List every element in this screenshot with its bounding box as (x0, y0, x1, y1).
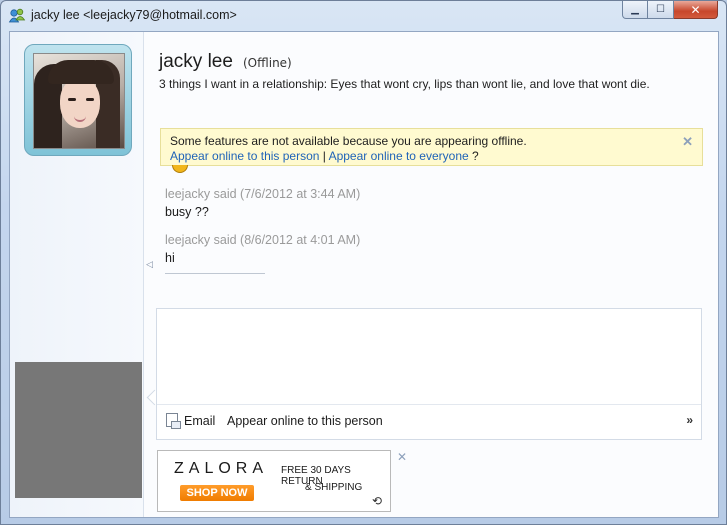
message-text: hi (165, 251, 175, 265)
maximize-button[interactable]: ☐ (648, 1, 674, 19)
compose-toolbar: Email Appear online to this person » (157, 404, 701, 439)
ad-replay-icon[interactable]: ⟲ (372, 494, 382, 508)
message-sender-line: leejacky said (7/6/2012 at 3:44 AM) (165, 187, 361, 201)
ad-promo-line: & SHIPPING (305, 482, 363, 493)
ad-shop-now-button[interactable]: SHOP NOW (180, 485, 254, 501)
message-entry: leejacky said (7/6/2012 at 3:44 AM) busy… (165, 187, 685, 233)
minimize-button[interactable]: ▁ (622, 1, 648, 19)
ad-brand: ZALORA (174, 460, 269, 477)
more-options-icon[interactable]: » (686, 413, 693, 427)
message-sender-line: leejacky said (8/6/2012 at 4:01 AM) (165, 233, 361, 247)
contact-avatar (33, 53, 125, 149)
contact-personal-message: 3 things I want in a relationship: Eyes … (159, 77, 650, 91)
info-bar-links: Appear online to this person | Appear on… (170, 149, 479, 163)
conversation-client: ◁ jacky lee (Offline) 3 things I want in… (9, 31, 719, 518)
close-ad-icon[interactable]: ✕ (397, 450, 407, 464)
close-button[interactable]: ✕ (674, 1, 718, 19)
window-title: jacky lee <leejacky79@hotmail.com> (31, 8, 237, 22)
email-button[interactable]: Email (184, 414, 215, 428)
close-icon: ✕ (690, 2, 701, 17)
contact-status: (Offline) (243, 56, 292, 70)
own-display-picture-placeholder[interactable] (15, 362, 142, 498)
offline-info-bar: Some features are not available because … (160, 128, 703, 166)
emoticon-icon (172, 165, 188, 173)
conversation-history: leejacky said (7/6/2012 at 3:44 AM) busy… (165, 187, 685, 274)
close-info-bar-icon[interactable]: ✕ (682, 134, 693, 150)
appear-online-to-person-link[interactable]: Appear online to this person (170, 149, 319, 163)
message-entry: leejacky said (8/6/2012 at 4:01 AM) hi (165, 233, 685, 271)
appear-online-button[interactable]: Appear online to this person (227, 414, 383, 428)
message-text: busy ?? (165, 205, 209, 219)
contact-avatar-frame[interactable] (24, 44, 132, 156)
messenger-buddies-icon (8, 8, 26, 23)
link-separator: | (322, 149, 326, 163)
info-bar-message: Some features are not available because … (170, 134, 527, 148)
messenger-window: jacky lee <leejacky79@hotmail.com> ▁ ☐ ✕ (0, 0, 727, 525)
left-panel (10, 32, 144, 517)
contact-name: jacky lee (159, 51, 233, 72)
minimize-icon: ▁ (631, 4, 639, 15)
collapse-panel-icon[interactable]: ◁ (146, 260, 153, 270)
info-bar-question: ? (472, 149, 479, 163)
advertisement-banner[interactable]: ZALORA SHOP NOW FREE 30 DAYS RETURN & SH… (157, 450, 391, 512)
message-input[interactable] (157, 309, 701, 405)
window-controls: ▁ ☐ ✕ (622, 1, 718, 21)
compose-area: Email Appear online to this person » (156, 308, 702, 440)
message-divider (165, 273, 265, 274)
appear-online-to-everyone-link[interactable]: Appear online to everyone (329, 149, 469, 163)
maximize-icon: ☐ (656, 4, 665, 15)
title-bar[interactable]: jacky lee <leejacky79@hotmail.com> ▁ ☐ ✕ (1, 1, 726, 31)
email-icon[interactable] (166, 413, 181, 429)
